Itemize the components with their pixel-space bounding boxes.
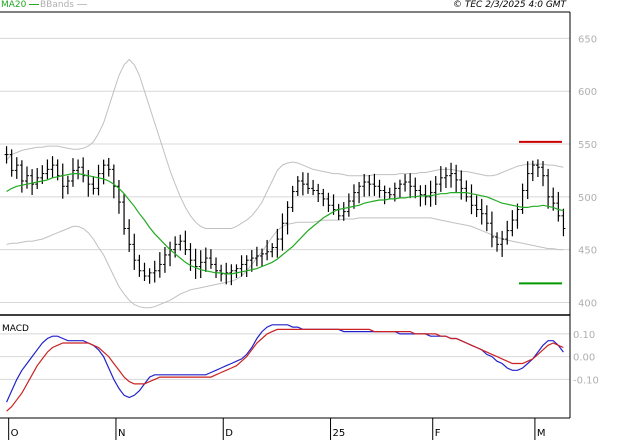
x-tick-label: 25 xyxy=(333,428,346,439)
x-tick-label: F xyxy=(435,428,441,439)
macd-lines xyxy=(6,324,564,412)
x-tick-label: O xyxy=(11,428,19,439)
chart-canvas: 552418 4004505005506006500.100.00-0.10ON… xyxy=(0,0,627,440)
macd-title: MACD xyxy=(2,324,29,334)
price-tick-label: 400 xyxy=(578,298,597,309)
right-axis-area xyxy=(570,0,627,440)
macd-tick-label: 0.00 xyxy=(573,353,595,364)
bollinger-bands xyxy=(6,58,564,309)
macd-line xyxy=(6,324,564,403)
price-bars xyxy=(4,146,566,286)
grid xyxy=(0,37,570,380)
signal-line xyxy=(6,328,564,412)
x-tick-label: D xyxy=(225,428,233,439)
macd-tick-label: -0.10 xyxy=(573,375,599,386)
price-tick-label: 450 xyxy=(578,246,597,257)
price-tick-label: 550 xyxy=(578,140,597,151)
price-tick-label: 650 xyxy=(578,34,597,45)
x-tick-label: N xyxy=(118,428,125,439)
price-tick-label: 600 xyxy=(578,87,597,98)
bb-lower-line xyxy=(6,217,564,309)
ma20-path xyxy=(6,173,564,275)
macd-tick-label: 0.10 xyxy=(573,330,595,341)
axes: 400 450 500 550 600 650 0.10 0.00 -0.10 O N D 25 F M xyxy=(0,0,627,440)
x-tick-label: M xyxy=(537,428,546,439)
price-tick-label: 500 xyxy=(578,193,597,204)
ma20-line xyxy=(6,173,564,275)
